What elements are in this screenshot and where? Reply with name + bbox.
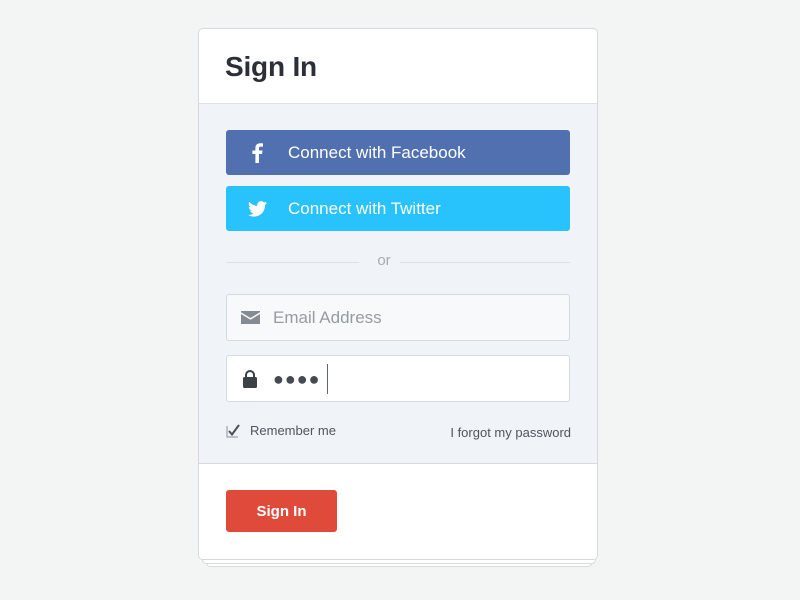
remember-me-label: Remember me (250, 423, 336, 438)
sign-in-card: Sign In Connect with Facebook Connect wi… (198, 28, 598, 560)
divider-line-right (400, 262, 570, 263)
facebook-icon (226, 130, 288, 175)
card-header: Sign In (199, 29, 597, 104)
text-cursor (326, 363, 328, 394)
card-body: Connect with Facebook Connect with Twitt… (199, 104, 597, 464)
or-divider: or (226, 252, 570, 272)
page-title: Sign In (225, 51, 317, 82)
card-footer: Sign In (199, 465, 597, 559)
email-field[interactable] (226, 294, 570, 341)
connect-facebook-button[interactable]: Connect with Facebook (226, 130, 570, 175)
envelope-icon (227, 311, 273, 324)
twitter-icon (226, 186, 288, 231)
divider-text: or (377, 252, 391, 269)
checkmark-icon (226, 423, 240, 438)
remember-me-checkbox[interactable]: Remember me (226, 423, 336, 438)
connect-twitter-button[interactable]: Connect with Twitter (226, 186, 570, 231)
divider-line-left (226, 262, 359, 263)
sign-in-button[interactable]: Sign In (226, 490, 337, 532)
lock-icon (227, 369, 273, 388)
email-input[interactable] (273, 302, 553, 333)
connect-facebook-label: Connect with Facebook (288, 142, 466, 162)
password-field[interactable]: ●●●● (226, 355, 570, 402)
connect-twitter-label: Connect with Twitter (288, 198, 441, 218)
forgot-password-link[interactable]: I forgot my password (450, 425, 571, 440)
password-value[interactable]: ●●●● (273, 369, 321, 389)
